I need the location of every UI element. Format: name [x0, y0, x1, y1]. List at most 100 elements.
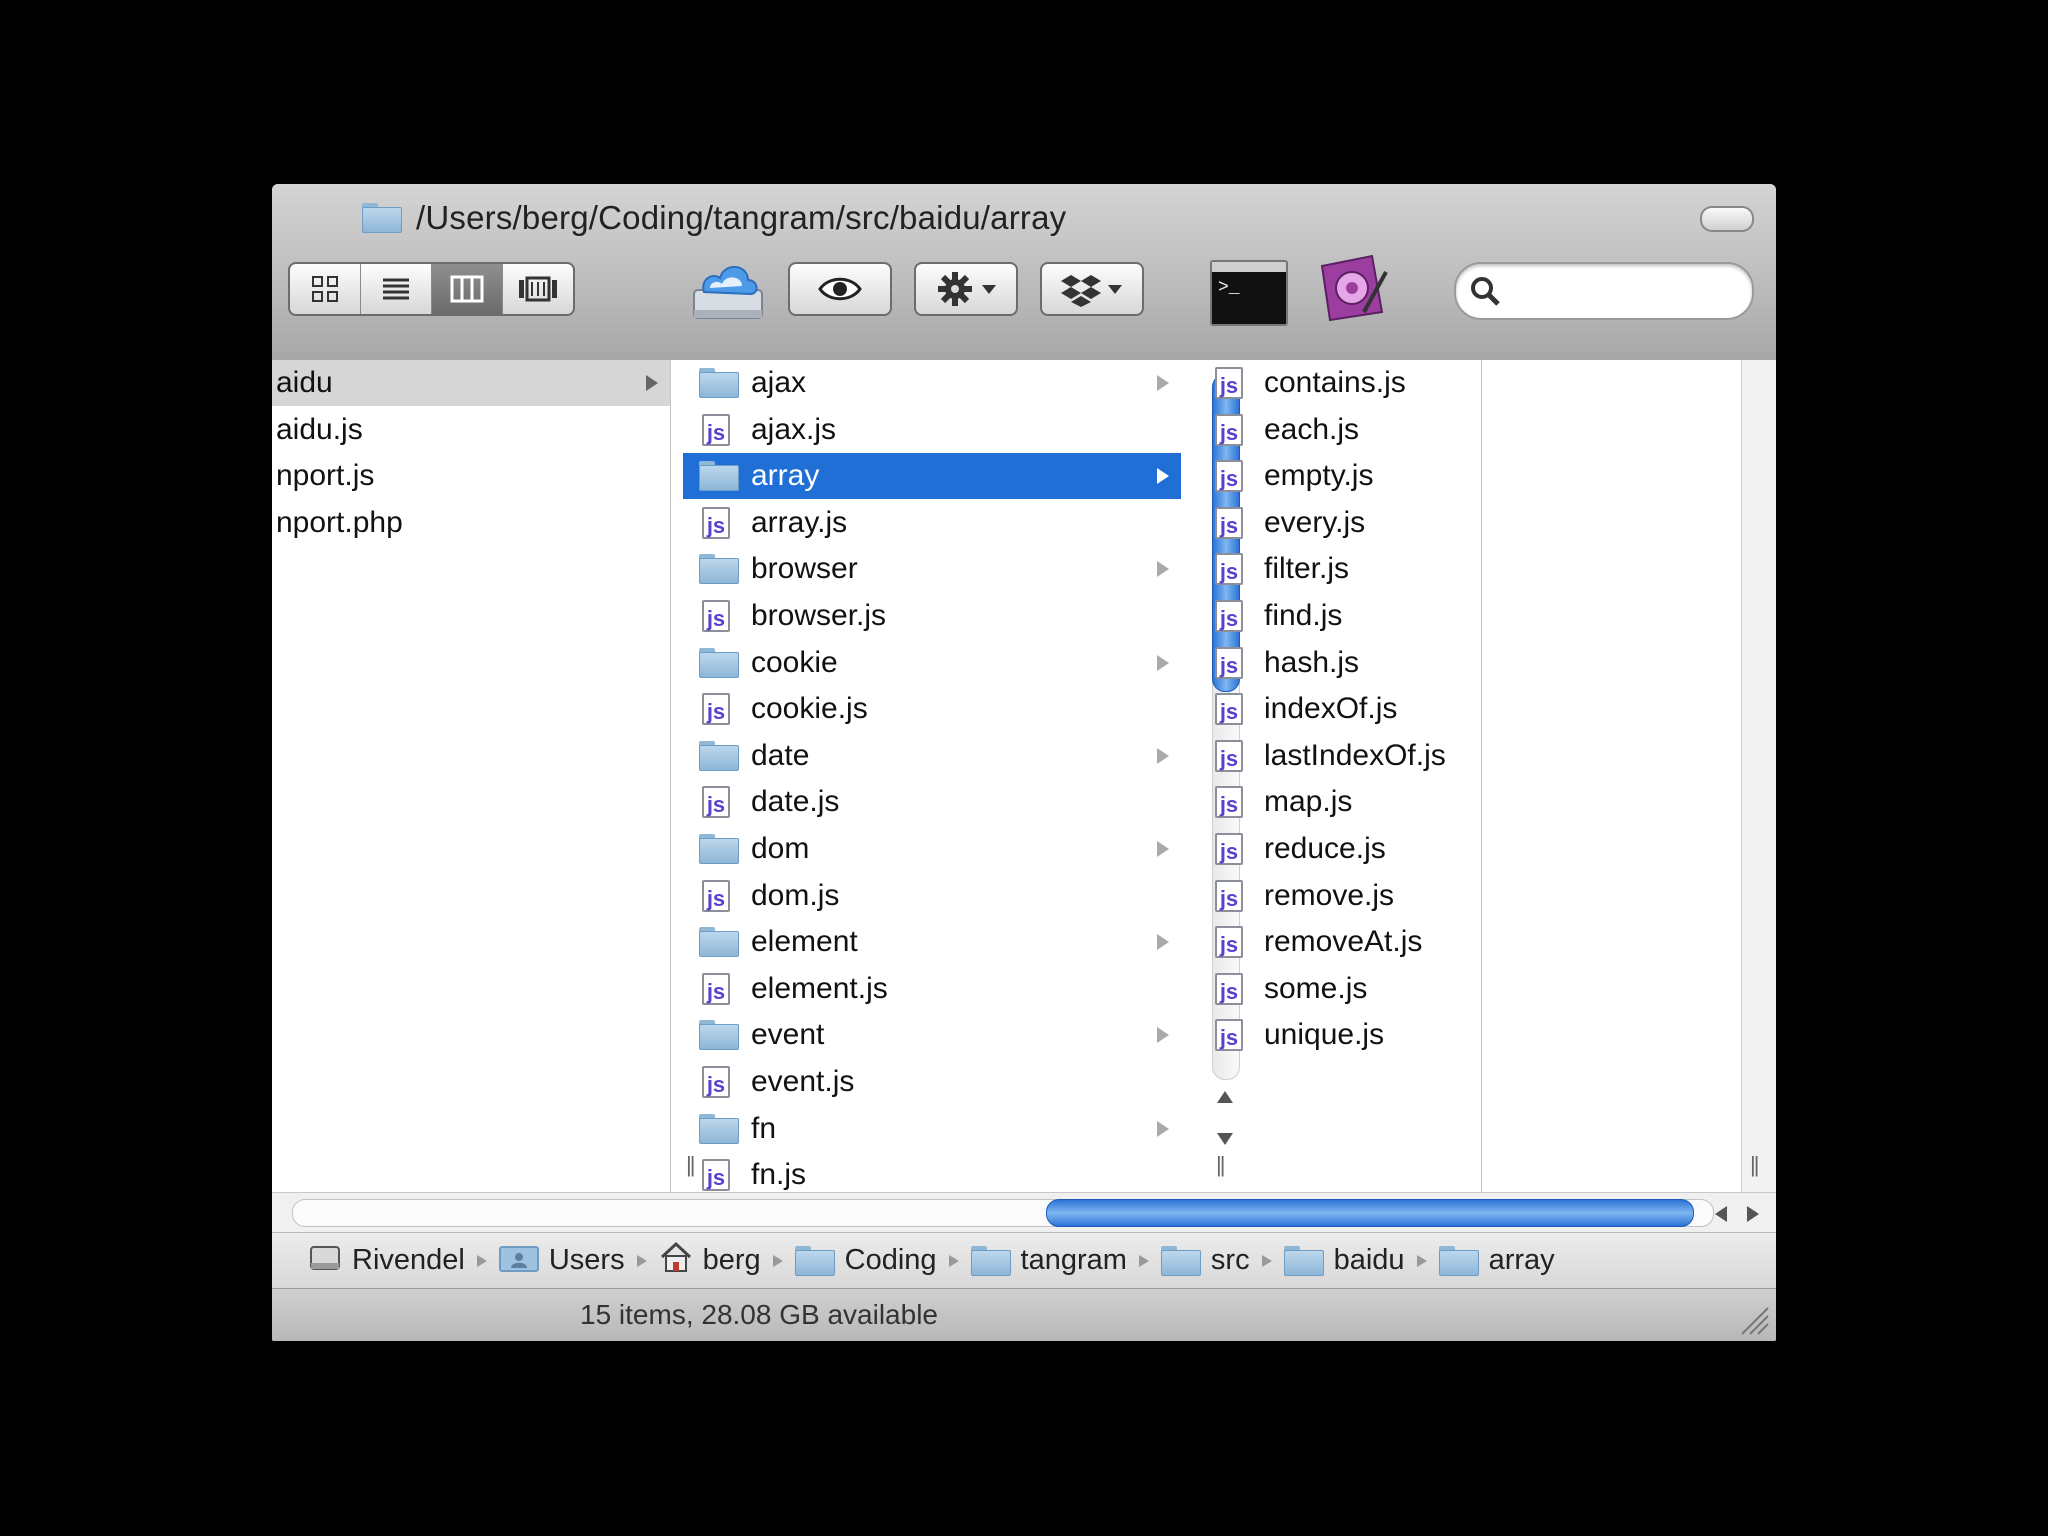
folder-item[interactable]: cookie: [683, 640, 1181, 686]
file-item[interactable]: js some.js: [1212, 966, 1712, 1012]
toolbar-toggle-button[interactable]: [1700, 206, 1754, 232]
file-item[interactable]: js lastIndexOf.js: [1212, 733, 1712, 779]
folder-icon: [699, 459, 739, 493]
scroll-right-button[interactable]: [1742, 1203, 1764, 1225]
idisk-icon[interactable]: [690, 254, 766, 326]
column-3-scrollbar[interactable]: [1741, 360, 1776, 1192]
titlebar: /Users/berg/Coding/tangram/src/baidu/arr…: [272, 184, 1776, 361]
horizontal-scrollbar[interactable]: [272, 1192, 1776, 1233]
column-resize-handle[interactable]: ||: [686, 1152, 696, 1178]
file-item[interactable]: js removeAt.js: [1212, 919, 1712, 965]
column-view-button[interactable]: [432, 264, 503, 314]
textmate-icon[interactable]: [1316, 252, 1388, 324]
path-crumb[interactable]: tangram: [970, 1244, 1127, 1277]
folder-item[interactable]: ajax: [683, 360, 1181, 406]
list-item[interactable]: nport.js: [272, 453, 670, 499]
search-input[interactable]: [1508, 272, 1732, 308]
list-item[interactable]: aidu: [272, 360, 670, 406]
eye-icon: [818, 277, 862, 301]
file-item[interactable]: js indexOf.js: [1212, 686, 1712, 732]
file-item[interactable]: js each.js: [1212, 407, 1712, 453]
dropbox-menu-button[interactable]: [1040, 262, 1144, 316]
folder-item[interactable]: element: [683, 919, 1181, 965]
path-crumb[interactable]: berg: [659, 1241, 761, 1281]
folder-icon: [1283, 1245, 1324, 1276]
list-item[interactable]: nport.php: [272, 500, 670, 546]
item-label: dom.js: [751, 878, 840, 912]
path-separator-icon: [1138, 1254, 1149, 1267]
resize-grip-icon[interactable]: [1736, 1302, 1770, 1336]
file-item[interactable]: js filter.js: [1212, 546, 1712, 592]
disclosure-arrow-icon: [1157, 654, 1169, 671]
item-label: browser.js: [751, 599, 887, 632]
js-file-icon: js: [1212, 925, 1246, 959]
disclosure-arrow-icon: [1157, 468, 1169, 485]
path-separator-icon: [948, 1254, 959, 1267]
folder-item[interactable]: dom: [683, 826, 1181, 872]
file-item[interactable]: js cookie.js: [683, 686, 1181, 732]
path-separator-icon: [476, 1254, 487, 1267]
list-item[interactable]: aidu.js: [272, 407, 670, 453]
path-crumb[interactable]: Users: [498, 1241, 625, 1281]
column-resize-handle[interactable]: ||: [1750, 1152, 1760, 1178]
file-item[interactable]: js every.js: [1212, 500, 1712, 546]
search-field[interactable]: [1454, 262, 1754, 320]
item-label: empty.js: [1264, 459, 1374, 493]
js-file-icon: js: [699, 879, 733, 913]
file-item[interactable]: js fn.js: [683, 1152, 1181, 1192]
path-crumb[interactable]: Coding: [794, 1244, 937, 1277]
file-item[interactable]: js reduce.js: [1212, 826, 1712, 872]
crumb-label: src: [1210, 1244, 1250, 1276]
crumb-label: baidu: [1333, 1244, 1405, 1276]
item-label: array.js: [751, 505, 848, 539]
file-item[interactable]: js contains.js: [1212, 360, 1712, 406]
file-item[interactable]: js map.js: [1212, 779, 1712, 825]
view-mode-switcher: [288, 262, 575, 316]
path-crumb[interactable]: src: [1160, 1244, 1250, 1277]
action-menu-button[interactable]: [914, 262, 1018, 316]
list-view-button[interactable]: [361, 264, 432, 314]
hard-drive-icon: [308, 1241, 342, 1281]
file-item[interactable]: js browser.js: [683, 593, 1181, 639]
path-crumb[interactable]: Rivendel: [308, 1241, 465, 1281]
file-item[interactable]: js remove.js: [1212, 873, 1712, 919]
file-item[interactable]: js find.js: [1212, 593, 1712, 639]
folder-item[interactable]: date: [683, 733, 1181, 779]
path-crumb[interactable]: baidu: [1283, 1244, 1405, 1277]
file-item[interactable]: js date.js: [683, 779, 1181, 825]
file-item[interactable]: js array.js: [683, 500, 1181, 546]
status-bar: 15 items, 28.08 GB available: [272, 1288, 1776, 1341]
file-item[interactable]: js element.js: [683, 966, 1181, 1012]
item-label: map.js: [1264, 785, 1353, 819]
js-file-icon: js: [1212, 972, 1246, 1006]
terminal-icon[interactable]: >_: [1210, 260, 1288, 326]
item-label: find.js: [1264, 599, 1343, 632]
js-file-icon: js: [699, 1158, 733, 1192]
item-label: dom: [751, 832, 810, 865]
scroll-left-button[interactable]: [1710, 1203, 1732, 1225]
quick-look-button[interactable]: [788, 262, 892, 316]
icon-view-button[interactable]: [290, 264, 361, 314]
h-scroll-thumb[interactable]: [1046, 1199, 1694, 1227]
file-item[interactable]: js ajax.js: [683, 407, 1181, 453]
js-file-icon: js: [699, 785, 733, 819]
file-item[interactable]: js unique.js: [1212, 1012, 1712, 1058]
cover-flow-button[interactable]: [503, 264, 573, 314]
js-file-icon: js: [1212, 879, 1246, 913]
file-item[interactable]: js hash.js: [1212, 640, 1712, 686]
file-item[interactable]: js empty.js: [1212, 453, 1712, 499]
folder-item[interactable]: browser: [683, 546, 1181, 592]
item-label: each.js: [1264, 412, 1360, 446]
js-file-icon: js: [1212, 785, 1246, 819]
column-resize-handle[interactable]: ||: [1216, 1152, 1226, 1178]
folder-item[interactable]: fn: [683, 1106, 1181, 1152]
folder-icon: [699, 832, 739, 866]
path-crumb[interactable]: array: [1438, 1244, 1555, 1277]
js-file-icon: js: [1212, 459, 1246, 493]
folder-item[interactable]: array: [683, 453, 1181, 500]
file-item[interactable]: js event.js: [683, 1059, 1181, 1105]
js-file-icon: js: [699, 413, 733, 447]
folder-icon: [699, 925, 739, 959]
folder-item[interactable]: event: [683, 1012, 1181, 1058]
file-item[interactable]: js dom.js: [683, 873, 1181, 919]
